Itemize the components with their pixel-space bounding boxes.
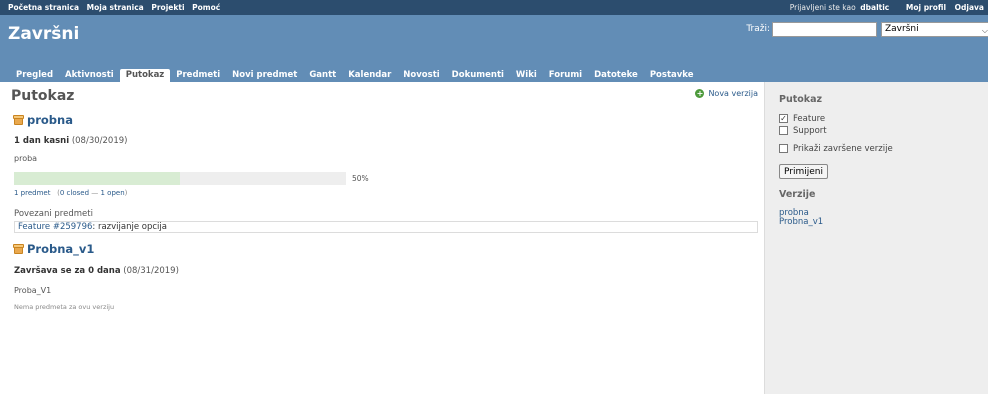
show-completed-label: Prikaži završene verzije	[793, 143, 893, 154]
tab-news[interactable]: Novosti	[397, 69, 445, 82]
add-icon: +	[695, 89, 705, 98]
related-issue-title: : razvijanje opcija	[92, 222, 167, 232]
project-jump-select[interactable]: Završni ⌵	[881, 22, 988, 37]
package-icon	[13, 243, 24, 255]
tab-roadmap[interactable]: Putokaz	[119, 69, 171, 82]
no-issues-message: Nema predmeta za ovu verziju	[14, 303, 115, 311]
top-menu-projects-link[interactable]: Projekti	[151, 3, 184, 12]
version-description: proba	[14, 154, 38, 163]
tab-files[interactable]: Datoteke	[588, 69, 644, 82]
tab-new-issue[interactable]: Novi predmet	[226, 69, 303, 82]
top-menu-left: Početna stranica Moja stranica Projekti …	[8, 3, 225, 12]
apply-button[interactable]: Primijeni	[779, 164, 828, 179]
logged-as-label: Prijavljeni ste kao	[789, 3, 856, 12]
version-due-status: Završava se za 0 dana	[14, 266, 121, 276]
chevron-down-icon: ⌵	[981, 26, 988, 35]
sidebar-version-link[interactable]: Probna_v1	[779, 218, 974, 227]
version-description: Proba_V1	[14, 286, 52, 295]
version-due-date: (08/31/2019)	[123, 266, 179, 276]
version-name: Probna_v1	[27, 242, 95, 256]
tab-gantt[interactable]: Gantt	[303, 69, 342, 82]
version-progress-bar	[14, 172, 346, 185]
new-version-link[interactable]: + Nova verzija	[695, 89, 758, 98]
show-completed-row[interactable]: Prikaži završene verzije	[779, 143, 974, 154]
main-content: Putokaz + Nova verzija probna 1 dan kasn…	[0, 82, 764, 394]
version-title-link[interactable]: Probna_v1	[13, 242, 94, 256]
version-title-link[interactable]: probna	[13, 113, 73, 127]
search-label: Traži:	[746, 24, 770, 34]
page-title: Putokaz	[11, 88, 75, 104]
package-icon	[13, 114, 24, 126]
version-due-line: Završava se za 0 dana (08/31/2019)	[14, 266, 179, 276]
version-name: probna	[27, 113, 73, 127]
top-menu-home-link[interactable]: Početna stranica	[8, 3, 79, 12]
tab-activity[interactable]: Aktivnosti	[59, 69, 120, 82]
tab-documents[interactable]: Dokumenti	[446, 69, 510, 82]
tracker-support-label: Support	[793, 125, 827, 136]
sidebar-versions-heading: Verzije	[779, 189, 816, 200]
tab-forums[interactable]: Forumi	[543, 69, 588, 82]
top-menu: Početna stranica Moja stranica Projekti …	[0, 0, 988, 15]
version-due-date: (08/30/2019)	[71, 136, 128, 146]
sidebar-roadmap-heading: Putokaz	[779, 94, 823, 105]
show-completed-checkbox[interactable]	[779, 144, 788, 153]
tab-overview[interactable]: Pregled	[10, 69, 59, 82]
quick-search: Traži: Završni ⌵	[746, 22, 988, 38]
logout-link[interactable]: Odjava	[955, 3, 984, 12]
tab-issues[interactable]: Predmeti	[170, 69, 226, 82]
project-title: Završni	[8, 24, 80, 44]
version-due-status: 1 dan kasni	[14, 136, 70, 146]
tracker-feature-row[interactable]: ✓ Feature	[779, 113, 974, 124]
progress-percent-label: 50%	[352, 174, 369, 183]
tracker-feature-checkbox[interactable]: ✓	[779, 114, 788, 123]
related-issues-table: Feature #259796: razvijanje opcija	[14, 221, 758, 233]
related-issue-link[interactable]: Feature #259796	[18, 222, 92, 232]
main-menu: Pregled Aktivnosti Putokaz Predmeti Novi pre…	[10, 69, 700, 82]
tab-calendar[interactable]: Kalendar	[342, 69, 397, 82]
account-menu: Prijavljeni ste kao dbaltic Moj profil O…	[790, 3, 984, 12]
issue-counts: 1 predmet (0 closed — 1 open)	[14, 189, 128, 197]
tracker-feature-label: Feature	[793, 113, 826, 124]
tracker-support-checkbox[interactable]	[779, 126, 788, 135]
sidebar: Putokaz ✓ Feature Support Prikaži završe…	[764, 82, 988, 394]
version-due-line: 1 dan kasni (08/30/2019)	[14, 136, 127, 146]
related-issues-heading: Povezani predmeti	[14, 209, 93, 219]
progress-fill	[14, 172, 180, 185]
search-input[interactable]	[772, 22, 877, 37]
project-select-value: Završni	[885, 24, 919, 34]
issue-count-link[interactable]: 1 predmet	[14, 189, 50, 197]
tab-settings[interactable]: Postavke	[644, 69, 700, 82]
open-issues-link[interactable]: 1 open	[100, 189, 124, 197]
top-menu-help-link[interactable]: Pomoć	[192, 3, 220, 12]
tracker-support-row[interactable]: Support	[779, 125, 974, 136]
new-version-label: Nova verzija	[708, 89, 758, 98]
closed-issues-link[interactable]: 0 closed	[60, 189, 89, 197]
username-link[interactable]: dbaltic	[860, 3, 889, 12]
tab-wiki[interactable]: Wiki	[510, 69, 543, 82]
my-profile-link[interactable]: Moj profil	[906, 3, 946, 12]
header: Završni Traži: Završni ⌵ Pregled Aktivnos…	[0, 15, 988, 82]
top-menu-my-page-link[interactable]: Moja stranica	[87, 3, 144, 12]
